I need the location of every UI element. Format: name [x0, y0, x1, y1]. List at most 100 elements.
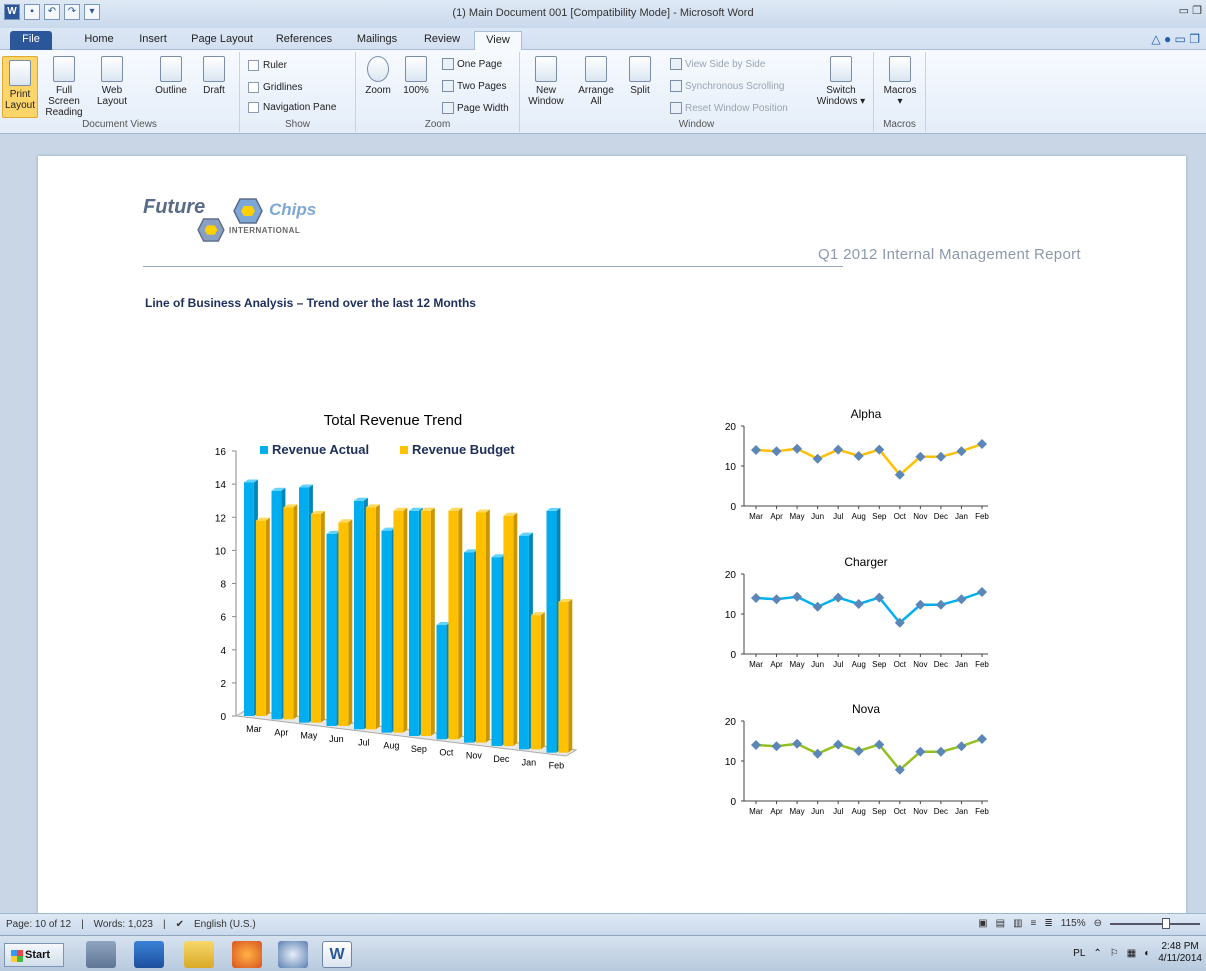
legend-label: Revenue Actual	[272, 442, 369, 457]
show-hidden-icons-icon[interactable]: ⌃	[1093, 948, 1101, 959]
bar-revenue-actual	[491, 557, 502, 746]
zoom-slider-thumb[interactable]	[1162, 917, 1170, 929]
data-point-marker	[833, 444, 844, 455]
word-taskbar-icon[interactable]: W	[322, 941, 352, 968]
y-tick-label: 4	[220, 646, 226, 657]
minimize-ribbon-icon[interactable]: △	[1151, 32, 1160, 46]
macros-button[interactable]: Macros ▾	[882, 56, 918, 107]
x-tick-label: Apr	[770, 660, 783, 669]
explorer-icon[interactable]	[184, 941, 214, 968]
bar-revenue-budget	[338, 522, 349, 726]
split-button[interactable]: Split	[624, 56, 656, 96]
network-icon[interactable]: ▦	[1127, 948, 1136, 959]
view-side-by-side-button[interactable]: View Side by Side	[670, 58, 765, 70]
document-area[interactable]: Future Chips INTERNATIONAL Q1 2012 Inter…	[0, 135, 1206, 916]
arrange-all-button[interactable]: Arrange All	[574, 56, 618, 107]
draft-button[interactable]: Draft	[196, 56, 232, 96]
doc-minimize-icon[interactable]: ▭	[1175, 32, 1186, 46]
data-point-marker	[771, 594, 782, 605]
zoom-out-icon[interactable]: ⊖	[1094, 918, 1102, 929]
help-icon[interactable]: ●	[1164, 32, 1171, 46]
server-manager-icon[interactable]	[86, 941, 116, 968]
zoom-slider[interactable]	[1110, 917, 1200, 929]
ruler-checkbox[interactable]: Ruler	[248, 60, 287, 71]
switch-windows-button[interactable]: Switch Windows ▾	[816, 56, 866, 107]
outline-view-icon[interactable]: ≡	[1031, 918, 1037, 929]
y-tick-label: 2	[220, 679, 226, 690]
draft-view-icon[interactable]: ≣	[1044, 918, 1052, 929]
group-document-views: Print Layout Full Screen Reading Web Lay…	[0, 52, 240, 132]
zoom-level[interactable]: 115%	[1061, 918, 1086, 929]
help-controls: △ ● ▭ ❐	[1151, 32, 1200, 46]
web-layout-button[interactable]: Web Layout	[92, 56, 132, 107]
navigation-pane-checkbox[interactable]: Navigation Pane	[248, 102, 336, 113]
data-point-marker	[977, 587, 987, 597]
minimize-icon[interactable]: ▭	[1179, 5, 1189, 17]
page-count[interactable]: Page: 10 of 12	[6, 919, 71, 930]
firefox-icon[interactable]	[232, 941, 262, 968]
bar-side	[513, 512, 518, 746]
new-window-button[interactable]: New Window	[526, 56, 566, 107]
document-page[interactable]: Future Chips INTERNATIONAL Q1 2012 Inter…	[38, 156, 1186, 916]
data-point-marker	[812, 748, 823, 759]
x-tick-label: Dec	[493, 754, 510, 764]
tab-review[interactable]: Review	[414, 31, 470, 50]
app-icon[interactable]	[278, 941, 308, 968]
powershell-icon[interactable]	[134, 941, 164, 968]
y-tick-label: 6	[220, 613, 226, 624]
two-pages-button[interactable]: Two Pages	[442, 80, 506, 92]
zoom-button[interactable]: Zoom	[362, 56, 394, 96]
x-tick-label: Mar	[749, 660, 763, 669]
y-tick-label: 16	[215, 447, 227, 458]
outline-button[interactable]: Outline	[152, 56, 190, 96]
proofing-icon[interactable]: ✔	[176, 919, 184, 930]
print-layout-button[interactable]: Print Layout	[2, 56, 38, 118]
start-button[interactable]: Start	[4, 943, 64, 967]
report-title: Q1 2012 Internal Management Report	[818, 246, 1081, 263]
flag-icon[interactable]: ⚐	[1110, 948, 1119, 959]
clock[interactable]: 2:48 PM 4/11/2014	[1158, 941, 1202, 965]
x-tick-label: May	[790, 512, 805, 521]
side-by-side-icon	[670, 58, 682, 70]
data-point-marker	[956, 741, 967, 752]
group-label: Macros	[883, 119, 916, 130]
gridlines-checkbox[interactable]: Gridlines	[248, 82, 302, 93]
synchronous-scrolling-button[interactable]: Synchronous Scrolling	[670, 80, 785, 92]
page-width-button[interactable]: Page Width	[442, 102, 509, 114]
print-layout-view-icon[interactable]: ▣	[978, 918, 987, 929]
language-indicator[interactable]: English (U.S.)	[194, 919, 256, 930]
reset-window-position-button[interactable]: Reset Window Position	[670, 102, 788, 114]
web-layout-view-icon[interactable]: ▥	[1013, 918, 1022, 929]
word-count[interactable]: Words: 1,023	[94, 919, 153, 930]
tab-view[interactable]: View	[474, 31, 522, 50]
logo-subtitle: INTERNATIONAL	[229, 226, 301, 235]
tab-home[interactable]: Home	[74, 31, 124, 50]
language-bar[interactable]: PL	[1073, 948, 1085, 959]
volume-icon[interactable]: ◐	[1144, 948, 1150, 959]
tab-references[interactable]: References	[266, 31, 342, 50]
chart-title: Nova	[852, 702, 880, 716]
tab-page-layout[interactable]: Page Layout	[184, 31, 260, 50]
tab-insert[interactable]: Insert	[126, 31, 180, 50]
one-page-button[interactable]: One Page	[442, 58, 502, 70]
y-tick-label: 10	[725, 462, 737, 473]
tab-mailings[interactable]: Mailings	[348, 31, 406, 50]
legend-label: Revenue Budget	[412, 442, 515, 457]
header-rule	[143, 266, 843, 267]
restore-icon[interactable]: ❐	[1192, 5, 1202, 17]
checkbox-icon	[248, 102, 259, 113]
group-window: New Window Arrange All Split View Side b…	[520, 52, 874, 132]
full-screen-reading-icon	[53, 56, 75, 82]
full-screen-view-icon[interactable]: ▤	[996, 918, 1005, 929]
data-point-marker	[812, 601, 823, 612]
zoom-100-button[interactable]: 100%	[400, 56, 432, 96]
full-screen-reading-button[interactable]: Full Screen Reading	[40, 56, 88, 118]
group-label: Document Views	[82, 119, 157, 130]
tab-file[interactable]: File	[10, 31, 52, 50]
y-tick-label: 20	[725, 422, 737, 433]
doc-restore-icon[interactable]: ❐	[1189, 32, 1200, 46]
group-show: Ruler Gridlines Navigation Pane Show	[240, 52, 356, 132]
data-point-marker	[792, 738, 803, 749]
bar-revenue-actual	[546, 510, 557, 753]
x-tick-label: Jun	[811, 807, 824, 816]
